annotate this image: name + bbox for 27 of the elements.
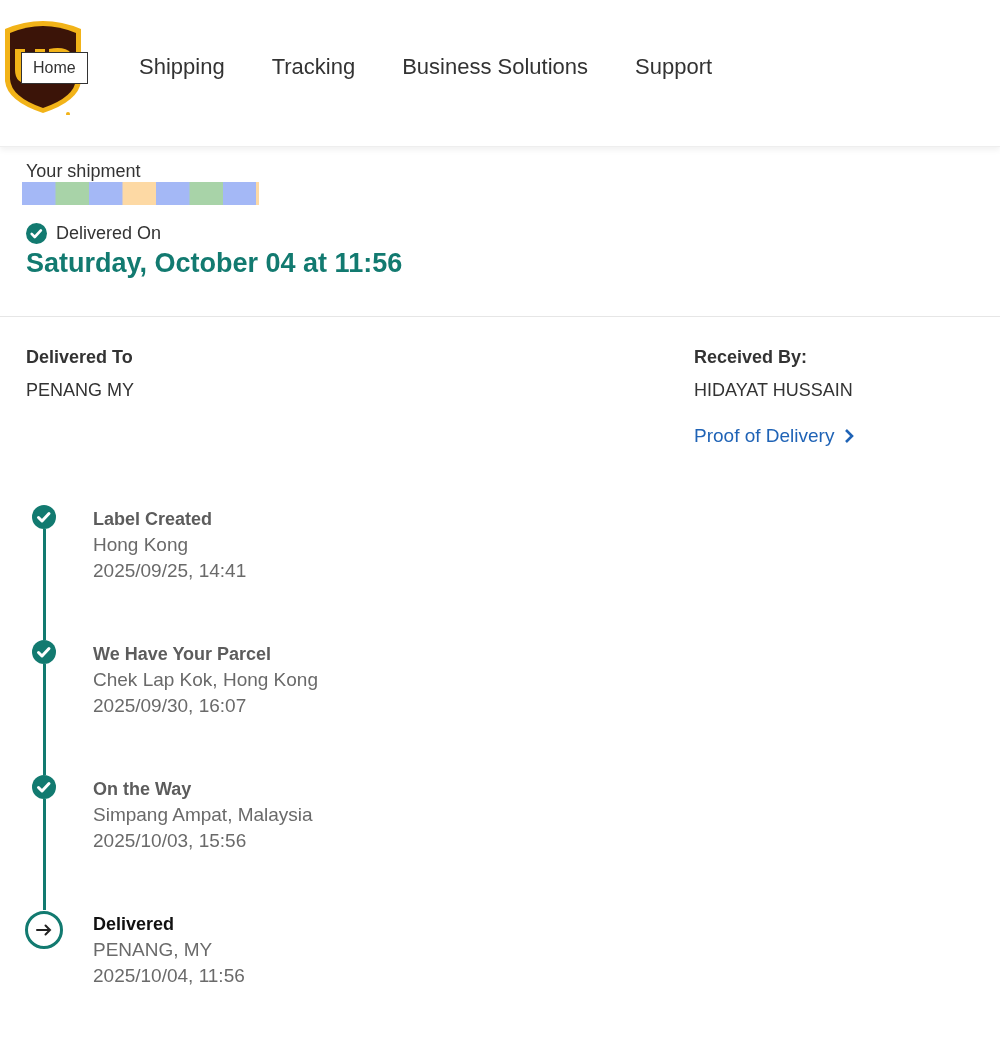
received-by-value: HIDAYAT HUSSAIN bbox=[694, 380, 853, 401]
event-title: On the Way bbox=[93, 779, 193, 800]
check-icon bbox=[26, 223, 47, 244]
event-location: Hong Kong bbox=[93, 534, 190, 556]
event-time: 2025/09/25, 14:41 bbox=[93, 560, 247, 582]
event-location: Simpang Ampat, Malaysia bbox=[93, 804, 313, 826]
delivery-date: Saturday, October 04 at 11:56 bbox=[26, 248, 404, 279]
event-time: 2025/10/04, 11:56 bbox=[93, 965, 245, 987]
event-location: PENANG, MY bbox=[93, 939, 214, 961]
nav-link[interactable]: Business Solutions bbox=[402, 54, 589, 80]
event-location: Chek Lap Kok, Hong Kong bbox=[93, 669, 318, 691]
received-by-label: Received By: bbox=[694, 347, 808, 368]
nav-link[interactable]: Shipping bbox=[139, 54, 225, 80]
event-title: Label Created bbox=[93, 509, 214, 530]
delivered-to-label: Delivered To bbox=[26, 347, 133, 368]
home-tooltip: Home bbox=[21, 52, 88, 84]
shipment-label: Your shipment bbox=[26, 161, 142, 182]
nav-link[interactable]: Support bbox=[635, 54, 713, 80]
event-time: 2025/10/03, 15:56 bbox=[93, 830, 248, 852]
chevron-right-icon bbox=[844, 428, 855, 444]
event-title: We Have Your Parcel bbox=[93, 644, 273, 665]
event-time: 2025/09/30, 16:07 bbox=[93, 695, 248, 717]
status-label: Delivered On bbox=[56, 223, 162, 244]
proof-of-delivery-link[interactable]: Proof of Delivery bbox=[694, 425, 855, 447]
event-title: Delivered bbox=[93, 914, 176, 935]
delivered-to-value: PENANG MY bbox=[26, 380, 135, 401]
nav-link[interactable]: Tracking bbox=[271, 54, 356, 80]
